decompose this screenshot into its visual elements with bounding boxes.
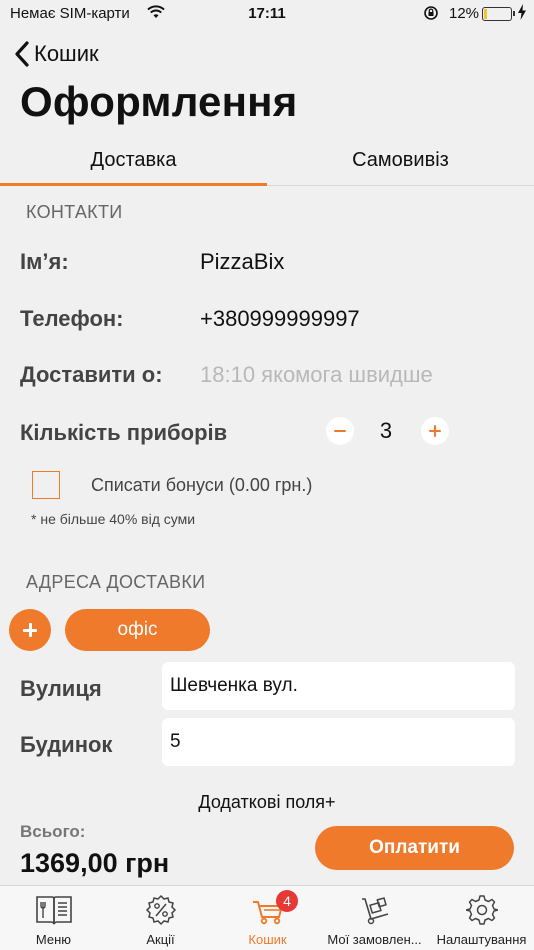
pay-button[interactable]: Оплатити [315,826,514,870]
minus-icon [334,429,346,433]
street-label: Вулиця [20,676,102,701]
street-input[interactable] [162,662,515,710]
contacts-section-header: КОНТАКТИ [26,202,123,222]
charging-bolt-icon [517,4,527,24]
tabbar-item-promos[interactable]: Акції [107,886,214,950]
page-title: Оформлення [20,78,298,125]
cutlery-decrement-button[interactable] [326,417,354,445]
extra-fields-toggle[interactable]: Додаткові поля+ [0,792,534,812]
tabbar-label-menu: Меню [35,932,72,947]
address-section-header: АДРЕСА ДОСТАВКИ [26,572,206,592]
gear-icon [465,895,498,925]
house-label: Будинок [20,732,113,757]
bonus-label: Списати бонуси (0.00 грн.) [91,475,313,495]
hand-truck-icon [361,897,388,925]
bonus-note: * не більше 40% від суми [31,511,196,527]
tabbar-item-orders[interactable]: Мої замовлен... [321,886,428,950]
address-chip-office[interactable]: офіс [65,609,210,651]
cart-count-badge: 4 [276,890,298,912]
name-label: Ім’я: [20,249,69,274]
total-label: Всього: [20,822,86,841]
bonus-checkbox[interactable] [32,471,60,499]
orientation-lock-icon [423,5,439,25]
bottom-tab-bar: Меню Акції 4 Кошик Мої замовлен... Налаш… [0,885,534,950]
deliver-time-field[interactable]: 18:10 якомога швидше [200,362,433,388]
percent-badge-icon [145,894,176,926]
tabbar-item-settings[interactable]: Налаштування [428,886,534,950]
chevron-left-icon [15,41,29,67]
delivery-method-tabs: Доставка Самовивіз [0,136,534,186]
cutlery-label: Кількість приборів [20,420,228,445]
house-input[interactable] [162,718,515,766]
add-address-button[interactable] [9,609,51,651]
cutlery-count: 3 [379,418,393,443]
tabbar-label-orders: Мої замовлен... [327,932,422,947]
tab-pickup[interactable]: Самовивіз [267,136,534,186]
tabbar-item-cart[interactable]: 4 Кошик [214,886,321,950]
status-bar: Немає SIM-карти 17:11 12% [0,0,534,28]
deliver-time-label: Доставити о: [20,362,163,387]
total-value: 1369,00 грн [20,848,170,878]
tabbar-item-menu[interactable]: Меню [0,886,107,950]
tabbar-label-cart: Кошик [248,932,287,947]
tabbar-label-promos: Акції [146,932,175,947]
tab-delivery[interactable]: Доставка [0,136,267,186]
menu-book-icon [35,896,72,925]
battery-percent: 12% [449,5,480,22]
phone-label: Телефон: [20,306,124,331]
phone-value[interactable]: +380999999997 [200,306,360,332]
active-tab-indicator [0,183,267,186]
cutlery-increment-button[interactable] [421,417,449,445]
back-button[interactable]: Кошик [14,38,99,70]
battery-icon [482,7,515,21]
tabbar-label-settings: Налаштування [436,932,527,947]
back-label: Кошик [34,41,99,66]
name-value[interactable]: PizzaBix [200,249,284,275]
order-summary: Всього: 1369,00 грн Оплатити [0,812,534,884]
